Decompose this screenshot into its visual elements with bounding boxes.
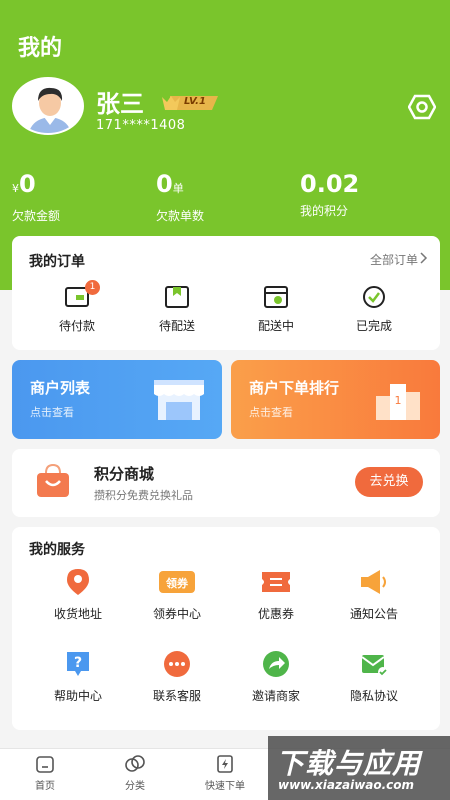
megaphone-icon [361, 570, 386, 594]
points-mall-card[interactable]: 积分商城 攒积分免费兑换礼品 去兑换 [12, 449, 440, 517]
check-circle-icon [363, 286, 385, 308]
eye-icon[interactable] [407, 94, 437, 120]
help-icon: ? [67, 652, 89, 676]
service-label: 帮助中心 [53, 689, 102, 703]
stat-value: 0 [156, 170, 173, 198]
service-announcements[interactable]: 通知公告 [324, 567, 424, 622]
coupon-icon-text: 领券 [165, 576, 189, 590]
coupon-center-icon: 领券 [159, 571, 195, 593]
orders-card: 我的订单 全部订单 1 待付款 待配送 配送中 已完成 [12, 236, 440, 350]
tab-home[interactable]: 首页 [13, 754, 77, 792]
delivery-window-icon [264, 286, 288, 308]
watermark-title: 下载与应用 [276, 747, 422, 780]
order-completed[interactable]: 已完成 [334, 285, 414, 334]
service-invite-merchants[interactable]: 邀请商家 [226, 649, 326, 704]
service-coupons[interactable]: 优惠券 [226, 567, 326, 622]
service-contact-support[interactable]: 联系客服 [127, 649, 227, 704]
redeem-button[interactable]: 去兑换 [355, 467, 423, 497]
svg-text:1: 1 [395, 394, 402, 407]
merchant-ranking-card[interactable]: 商户下单排行 点击查看 1 [231, 360, 440, 439]
service-label: 优惠券 [257, 607, 294, 621]
service-address[interactable]: 收货地址 [28, 567, 128, 622]
stat-label: 我的积分 [300, 204, 349, 218]
user-name: 张三 [96, 90, 144, 118]
all-orders-link[interactable]: 全部订单 [370, 251, 418, 268]
stat-value: 0.02 [300, 170, 360, 198]
category-icon [125, 755, 145, 772]
order-label: 待付款 [58, 319, 95, 333]
location-pin-icon [67, 569, 89, 595]
service-help[interactable]: ? 帮助中心 [28, 649, 128, 704]
tab-label: 首页 [35, 781, 55, 792]
watermark: 下载与应用 www.xiazaiwao.com [268, 736, 450, 800]
order-label: 已完成 [355, 319, 392, 333]
service-label: 邀请商家 [251, 689, 300, 703]
order-pending-payment[interactable]: 1 待付款 [37, 280, 117, 334]
services-title: 我的服务 [29, 542, 85, 558]
tab-category[interactable]: 分类 [103, 754, 167, 792]
promo-title: 商户下单排行 [249, 379, 340, 397]
stat-label: 欠款金额 [12, 209, 61, 223]
privacy-icon [361, 655, 388, 677]
promo-subtitle: 点击查看 [30, 406, 74, 419]
points-mall-title: 积分商城 [94, 465, 155, 483]
storefront-icon [154, 380, 204, 420]
service-coupon-center[interactable]: 领券 领券中心 [127, 567, 227, 622]
stat-unit: 单 [172, 182, 184, 195]
order-count-badge: 1 [85, 280, 100, 295]
promo-subtitle: 点击查看 [249, 406, 293, 419]
service-privacy[interactable]: 隐私协议 [324, 649, 424, 704]
bookmark-box-icon [165, 286, 189, 308]
stat-debt-orders[interactable]: 0单 欠款单数 [156, 170, 204, 224]
watermark-url: www.xiazaiwao.com [278, 778, 415, 792]
order-to-deliver[interactable]: 待配送 [137, 285, 217, 334]
home-icon [36, 756, 54, 773]
svg-text:?: ? [74, 655, 82, 671]
promo-title: 商户列表 [30, 379, 91, 397]
level-badge: LV.1 [160, 94, 218, 112]
quick-order-icon [217, 755, 233, 773]
order-label: 配送中 [257, 319, 294, 333]
service-label: 通知公告 [349, 607, 398, 621]
stat-debt-amount[interactable]: ¥0 欠款金额 [12, 170, 60, 224]
chat-icon [164, 651, 190, 677]
level-label: LV.1 [184, 96, 206, 107]
share-icon [263, 651, 289, 677]
points-mall-subtitle: 攒积分免费兑换礼品 [94, 489, 193, 502]
ticket-icon [262, 572, 290, 592]
tab-label: 快速下单 [205, 781, 245, 792]
orders-title: 我的订单 [29, 254, 85, 270]
shopping-bag-icon [37, 463, 69, 497]
chevron-right-icon [420, 252, 428, 264]
services-card: 我的服务 收货地址 领券 领券中心 优惠券 通知公告 ? 帮助中心 联系客服 邀… [12, 527, 440, 730]
stat-points[interactable]: 0.02 我的积分 [300, 170, 359, 219]
service-label: 领券中心 [152, 607, 201, 621]
order-delivering[interactable]: 配送中 [236, 285, 316, 334]
service-label: 收货地址 [53, 607, 102, 621]
merchant-list-card[interactable]: 商户列表 点击查看 [12, 360, 222, 439]
stat-value: 0 [19, 170, 36, 198]
page-title: 我的 [18, 36, 63, 61]
currency-symbol: ¥ [12, 182, 19, 195]
avatar[interactable] [12, 77, 84, 135]
stat-label: 欠款单数 [156, 209, 205, 223]
service-label: 隐私协议 [349, 689, 398, 703]
podium-icon: 1 [376, 384, 420, 420]
tab-quick-order[interactable]: 快速下单 [193, 754, 257, 792]
tab-label: 分类 [125, 781, 145, 792]
order-label: 待配送 [158, 319, 195, 333]
service-label: 联系客服 [152, 689, 201, 703]
user-phone: 171****1408 [96, 118, 186, 133]
